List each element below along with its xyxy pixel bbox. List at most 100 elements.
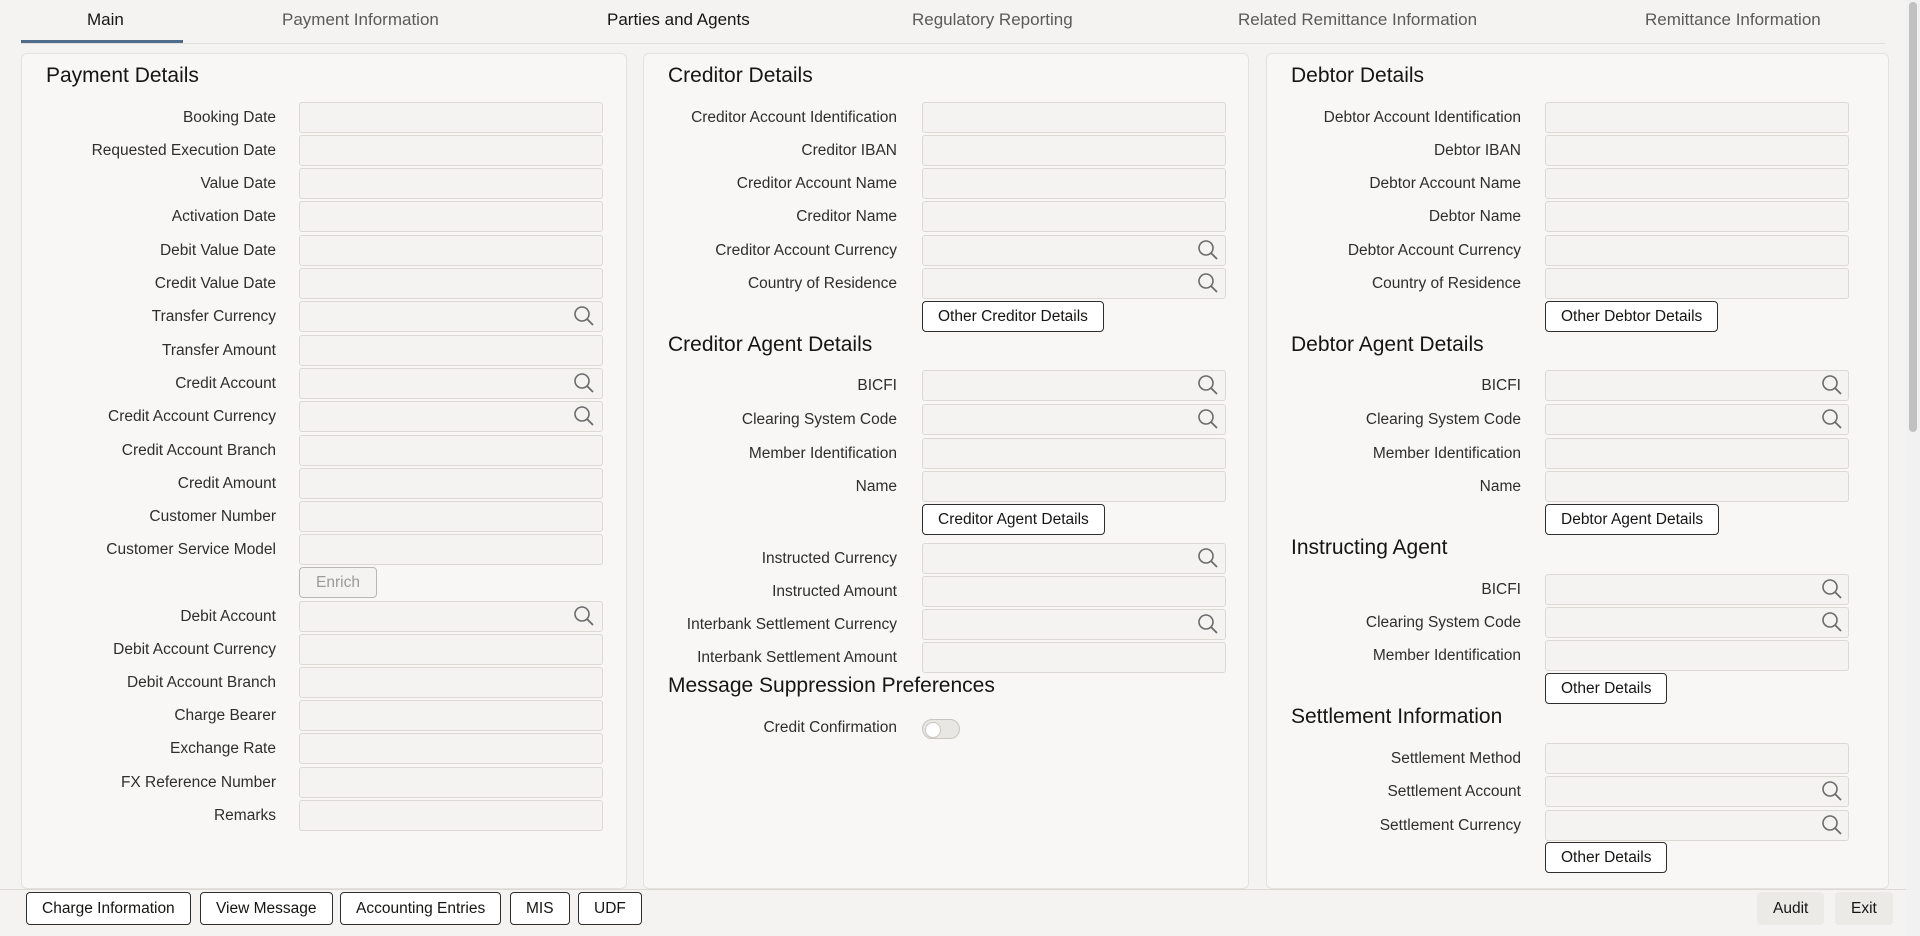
credit-value-date-field[interactable] [299, 268, 603, 299]
accounting-entries-button[interactable]: Accounting Entries [340, 892, 502, 925]
transfer-amount-row: Transfer Amount [22, 335, 276, 367]
credit-amount-field[interactable] [299, 468, 603, 499]
interbank-settlement-currency-field[interactable] [922, 609, 1226, 640]
search-icon[interactable] [1821, 611, 1843, 633]
udf-button[interactable]: UDF [578, 892, 642, 925]
debtor-agent-bicfi-field[interactable] [1545, 370, 1849, 401]
settlement-currency-label: Settlement Currency [1379, 817, 1521, 834]
customer-service-model-field[interactable] [299, 534, 603, 565]
audit-button[interactable]: Audit [1757, 892, 1825, 925]
exit-button[interactable]: Exit [1835, 892, 1893, 925]
creditor-name-field[interactable] [922, 201, 1226, 232]
tab-remittance-information[interactable]: Remittance Information [1645, 10, 1821, 30]
debtor-iban-field[interactable] [1545, 135, 1849, 166]
tab-parties-and-agents[interactable]: Parties and Agents [607, 10, 750, 30]
search-icon[interactable] [1821, 374, 1843, 396]
instructing-agent-member-identification-field[interactable] [1545, 640, 1849, 671]
debit-account-currency-field[interactable] [299, 634, 603, 665]
search-icon[interactable] [1197, 239, 1219, 261]
creditor-agent-details-button[interactable]: Creditor Agent Details [922, 504, 1105, 535]
debit-account-branch-field[interactable] [299, 667, 603, 698]
creditor-account-currency-field[interactable] [922, 235, 1226, 266]
settlement-other-details-button[interactable]: Other Details [1545, 842, 1668, 873]
activation-date-field[interactable] [299, 201, 603, 232]
other-creditor-details-button[interactable]: Other Creditor Details [922, 301, 1104, 332]
search-icon[interactable] [1821, 578, 1843, 600]
transfer-currency-field[interactable] [299, 301, 603, 332]
search-icon[interactable] [1821, 780, 1843, 802]
instructed-currency-field[interactable] [922, 543, 1226, 574]
debtor-account-identification-label: Debtor Account Identification [1323, 109, 1521, 126]
debtor-agent-name-field[interactable] [1545, 471, 1849, 502]
debit-value-date-field[interactable] [299, 235, 603, 266]
tab-regulatory-reporting[interactable]: Regulatory Reporting [912, 10, 1073, 30]
transfer-amount-field[interactable] [299, 335, 603, 366]
debtor-agent-member-identification-field[interactable] [1545, 438, 1849, 469]
exchange-rate-field[interactable] [299, 733, 603, 764]
instructed-amount-field[interactable] [922, 576, 1226, 607]
tab-main[interactable]: Main [87, 10, 124, 30]
search-icon[interactable] [1197, 374, 1219, 396]
debtor-details-title: Debtor Details [1291, 64, 1425, 87]
search-icon[interactable] [1197, 613, 1219, 635]
instructing-agent-member-identification-label: Member Identification [1372, 647, 1521, 664]
search-icon[interactable] [573, 405, 595, 427]
mis-button[interactable]: MIS [510, 892, 570, 925]
debtor-account-currency-field[interactable] [1545, 235, 1849, 266]
other-debtor-details-button[interactable]: Other Debtor Details [1545, 301, 1719, 332]
credit-account-branch-field[interactable] [299, 435, 603, 466]
requested-execution-date-field[interactable] [299, 135, 603, 166]
credit-confirmation-label: Credit Confirmation [763, 719, 897, 736]
debtor-name-field[interactable] [1545, 201, 1849, 232]
search-icon[interactable] [1821, 814, 1843, 836]
interbank-settlement-amount-field[interactable] [922, 642, 1226, 673]
credit-confirmation-toggle[interactable] [922, 719, 960, 739]
debtor-account-identification-field[interactable] [1545, 102, 1849, 133]
tab-payment-information[interactable]: Payment Information [282, 10, 439, 30]
debtor-panel: Debtor Details Debtor Account Identifica… [1266, 53, 1889, 889]
search-icon[interactable] [1197, 547, 1219, 569]
charge-information-button[interactable]: Charge Information [26, 892, 191, 925]
search-icon[interactable] [1821, 408, 1843, 430]
credit-account-field[interactable] [299, 368, 603, 399]
creditor-country-of-residence-field[interactable] [922, 268, 1226, 299]
creditor-agent-bicfi-field[interactable] [922, 370, 1226, 401]
customer-number-field[interactable] [299, 501, 603, 532]
search-icon[interactable] [573, 305, 595, 327]
debtor-agent-details-button[interactable]: Debtor Agent Details [1545, 504, 1720, 535]
creditor-account-name-field[interactable] [922, 168, 1226, 199]
creditor-account-identification-field[interactable] [922, 102, 1226, 133]
activation-date-label: Activation Date [171, 208, 276, 225]
fx-reference-number-field[interactable] [299, 767, 603, 798]
settlement-account-field[interactable] [1545, 776, 1849, 807]
instructing-agent-other-details-button[interactable]: Other Details [1545, 673, 1668, 704]
view-message-button[interactable]: View Message [200, 892, 333, 925]
tab-bar: Main Payment Information Parties and Age… [0, 0, 1906, 46]
settlement-currency-field[interactable] [1545, 810, 1849, 841]
creditor-agent-name-field[interactable] [922, 471, 1226, 502]
debit-account-field[interactable] [299, 601, 603, 632]
search-icon[interactable] [573, 605, 595, 627]
instructing-agent-clearing-system-code-field[interactable] [1545, 607, 1849, 638]
debtor-account-name-field[interactable] [1545, 168, 1849, 199]
search-icon[interactable] [1197, 408, 1219, 430]
creditor-iban-field[interactable] [922, 135, 1226, 166]
search-icon[interactable] [1197, 272, 1219, 294]
value-date-field[interactable] [299, 168, 603, 199]
instructing-agent-bicfi-field[interactable] [1545, 574, 1849, 605]
enrich-button[interactable]: Enrich [299, 567, 377, 598]
creditor-agent-member-identification-field[interactable] [922, 438, 1226, 469]
transfer-currency-row: Transfer Currency [22, 301, 276, 333]
tab-related-remittance-information[interactable]: Related Remittance Information [1238, 10, 1477, 30]
debtor-agent-clearing-system-code-field[interactable] [1545, 404, 1849, 435]
search-icon[interactable] [573, 372, 595, 394]
charge-bearer-field[interactable] [299, 700, 603, 731]
creditor-agent-clearing-system-code-field[interactable] [922, 404, 1226, 435]
remarks-field[interactable] [299, 800, 603, 831]
booking-date-field[interactable] [299, 102, 603, 133]
settlement-currency-row: Settlement Currency [1267, 810, 1521, 842]
credit-account-currency-field[interactable] [299, 401, 603, 432]
debtor-country-of-residence-field[interactable] [1545, 268, 1849, 299]
scrollbar-thumb[interactable] [1909, 2, 1917, 432]
settlement-method-field[interactable] [1545, 743, 1849, 774]
